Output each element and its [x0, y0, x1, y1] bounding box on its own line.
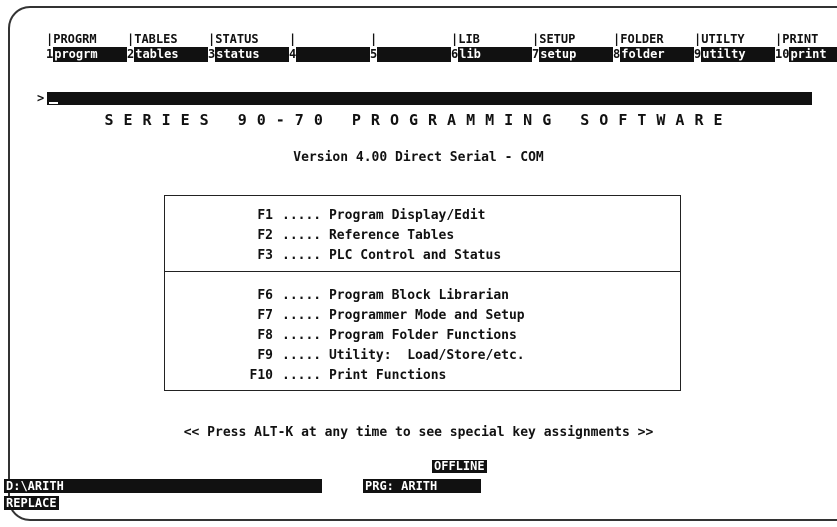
fkey-2-heading: |TABLES — [127, 32, 178, 46]
menu-item-f8[interactable]: F8 ..... Program Folder Functions — [165, 326, 525, 346]
menu-item-f1[interactable]: F1 ..... Program Display/Edit — [165, 206, 501, 226]
menu-item-desc: ..... Program Display/Edit — [282, 208, 486, 223]
menu-item-key: F1 — [257, 208, 273, 223]
fkey-7[interactable]: |SETUP 7 setup — [532, 32, 613, 62]
fkey-10[interactable]: |PRINT 10 print — [775, 32, 837, 62]
current-path: D:\ARITH — [4, 479, 322, 493]
command-input[interactable] — [47, 92, 812, 105]
fkey-1-number: 1 — [46, 47, 54, 61]
menu-group-primary: F1 ..... Program Display/Edit F2 ..... Ref… — [165, 206, 501, 266]
menu-item-key: F8 — [257, 328, 273, 343]
menu-group-secondary: F6 ..... Program Block Librarian F7 ..... … — [165, 286, 525, 386]
fkey-2[interactable]: |TABLES 2 tables — [127, 32, 208, 62]
fkey-5-heading: | — [370, 32, 378, 46]
fkey-9-label: utilty — [701, 47, 775, 62]
fkey-10-number: 10 — [775, 47, 790, 61]
edit-mode-indicator: REPLACE — [4, 496, 59, 510]
menu-item-desc: ..... Program Block Librarian — [282, 288, 509, 303]
menu-item-key: F9 — [257, 348, 273, 363]
fkey-5-number: 5 — [370, 47, 378, 61]
menu-item-f6[interactable]: F6 ..... Program Block Librarian — [165, 286, 525, 306]
fkey-2-label: tables — [134, 47, 208, 62]
fkey-8-label: folder — [620, 47, 694, 62]
fkey-8[interactable]: |FOLDER 8 folder — [613, 32, 694, 62]
fkey-1-heading: |PROGRM — [46, 32, 97, 46]
fkey-5[interactable]: | 5 — [370, 32, 451, 62]
key-assignment-hint: << Press ALT-K at any time to see specia… — [183, 425, 654, 440]
fkey-4-number: 4 — [289, 47, 297, 61]
menu-item-key: F7 — [257, 308, 273, 323]
fkey-9-heading: |UTILTY — [694, 32, 745, 46]
menu-item-key: F6 — [257, 288, 273, 303]
fkey-6[interactable]: |LIB 6 lib — [451, 32, 532, 62]
menu-item-desc: ..... Utility: Load/Store/etc. — [282, 348, 525, 363]
fkey-4[interactable]: | 4 — [289, 32, 370, 62]
menu-item-f10[interactable]: F10 ..... Print Functions — [165, 366, 525, 386]
function-key-bar: |PROGRM 1 progrm |TABLES 2 tables |STATUS … — [46, 32, 837, 62]
fkey-3-heading: |STATUS — [208, 32, 259, 46]
fkey-1[interactable]: |PROGRM 1 progrm — [46, 32, 127, 62]
fkey-10-heading: |PRINT — [775, 32, 819, 46]
offline-status-badge: OFFLINE — [432, 459, 487, 473]
version-text: Version 4.00 Direct Serial - COM — [293, 150, 544, 165]
fkey-2-number: 2 — [127, 47, 135, 61]
menu-item-key: F10 — [249, 368, 273, 383]
menu-divider — [165, 271, 680, 272]
fkey-10-label: print — [789, 47, 837, 62]
fkey-6-label: lib — [458, 47, 532, 62]
fkey-9-number: 9 — [694, 47, 702, 61]
fkey-6-number: 6 — [451, 47, 459, 61]
command-prompt: > — [37, 91, 45, 105]
fkey-5-label — [377, 47, 451, 62]
main-menu-box: F1 ..... Program Display/Edit F2 ..... Ref… — [164, 195, 681, 391]
fkey-3-label: status — [215, 47, 289, 62]
menu-item-f9[interactable]: F9 ..... Utility: Load/Store/etc. — [165, 346, 525, 366]
menu-item-desc: ..... Program Folder Functions — [282, 328, 517, 343]
fkey-3[interactable]: |STATUS 3 status — [208, 32, 289, 62]
fkey-6-heading: |LIB — [451, 32, 480, 46]
program-name: PRG: ARITH — [363, 479, 481, 493]
fkey-4-heading: | — [289, 32, 297, 46]
fkey-9[interactable]: |UTILTY 9 utilty — [694, 32, 775, 62]
fkey-8-heading: |FOLDER — [613, 32, 664, 46]
fkey-3-number: 3 — [208, 47, 216, 61]
fkey-1-label: progrm — [53, 47, 127, 62]
page-title: SERIES 90-70 PROGRAMMING SOFTWARE — [104, 111, 733, 129]
fkey-8-number: 8 — [613, 47, 621, 61]
menu-item-desc: ..... PLC Control and Status — [282, 248, 502, 263]
menu-item-desc: ..... Print Functions — [282, 368, 447, 383]
menu-item-f7[interactable]: F7 ..... Programmer Mode and Setup — [165, 306, 525, 326]
menu-item-f3[interactable]: F3 ..... PLC Control and Status — [165, 246, 501, 266]
fkey-7-number: 7 — [532, 47, 540, 61]
menu-item-key: F2 — [257, 228, 273, 243]
menu-item-desc: ..... Reference Tables — [282, 228, 455, 243]
menu-item-desc: ..... Programmer Mode and Setup — [282, 308, 525, 323]
fkey-7-label: setup — [539, 47, 613, 62]
text-cursor — [49, 102, 58, 104]
menu-item-key: F3 — [257, 248, 273, 263]
menu-item-f2[interactable]: F2 ..... Reference Tables — [165, 226, 501, 246]
fkey-7-heading: |SETUP — [532, 32, 576, 46]
fkey-4-label — [296, 47, 370, 62]
